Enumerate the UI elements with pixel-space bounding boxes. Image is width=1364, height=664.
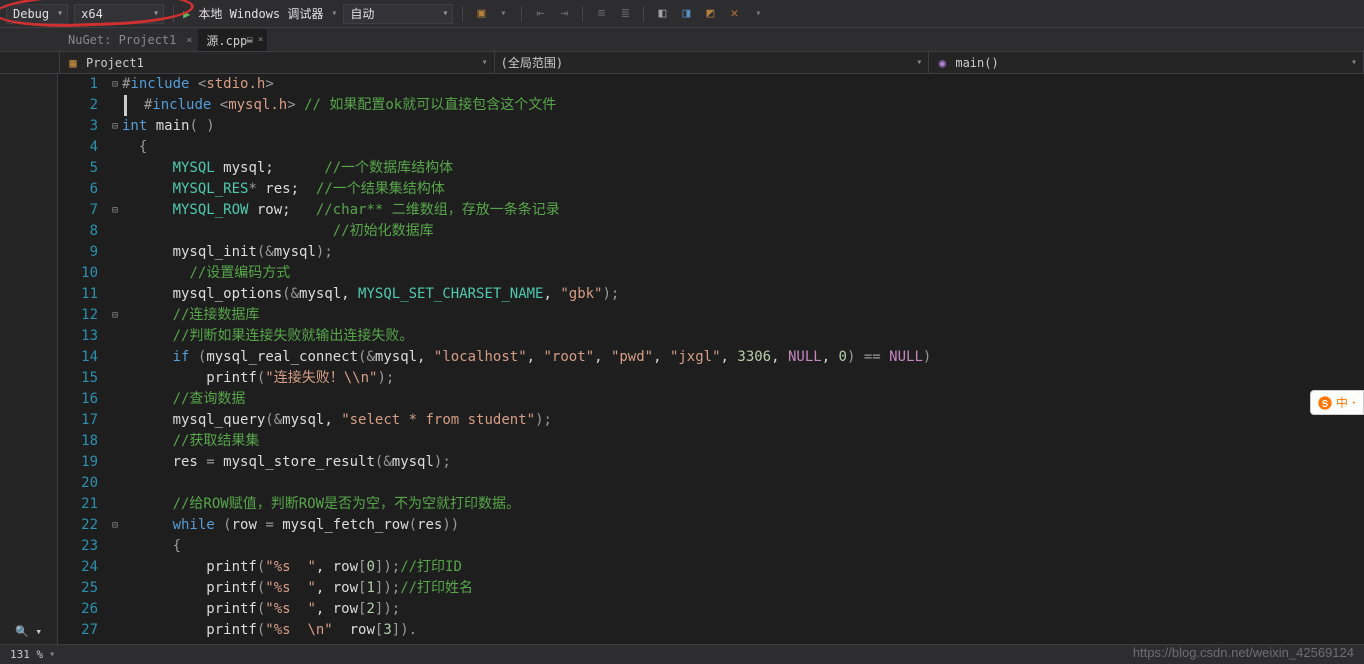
nav-label: Project1 xyxy=(86,56,144,70)
auto-dropdown[interactable]: 自动 xyxy=(343,4,453,24)
nav-spacer xyxy=(0,52,60,73)
bookmark-next-icon[interactable]: ◩ xyxy=(701,5,719,23)
separator xyxy=(173,6,174,22)
main-area: 🔍 ▾ 123456789101112131415161718192021222… xyxy=(0,74,1364,644)
fold-margin[interactable]: ⊟⊟⊟⊟⊟ xyxy=(108,74,122,644)
tab-nuget[interactable]: NuGet: Project1 × xyxy=(60,29,196,51)
separator xyxy=(521,6,522,22)
platform-dropdown[interactable]: x64 xyxy=(74,4,164,24)
main-toolbar: Debug x64 ▶ 本地 Windows 调试器 ▾ 自动 ▣ ▾ ⇤ ⇥ … xyxy=(0,0,1364,28)
chevron-down-icon[interactable]: ▾ xyxy=(494,5,512,23)
tab-source[interactable]: 源.cpp ⬓ × xyxy=(198,29,267,51)
nav-bar: ▦ Project1 (全局范围) ◉ main() xyxy=(0,52,1364,74)
sogou-icon xyxy=(1317,395,1333,411)
bookmark-prev-icon[interactable]: ◨ xyxy=(677,5,695,23)
method-icon: ◉ xyxy=(935,56,949,70)
tab-label: NuGet: Project1 xyxy=(68,33,176,47)
nav-label: main() xyxy=(955,56,998,70)
search-icon[interactable]: 🔍 ▾ xyxy=(9,619,48,644)
config-dropdown[interactable]: Debug xyxy=(6,4,68,24)
separator xyxy=(643,6,644,22)
pin-icon[interactable]: ⬓ × xyxy=(247,35,263,45)
tab-label: 源.cpp xyxy=(206,32,247,49)
play-icon: ▶ xyxy=(183,7,190,21)
code-editor[interactable]: 1234567891011121314151617181920212223242… xyxy=(58,74,1364,644)
close-icon[interactable]: × xyxy=(186,35,192,46)
chevron-down-icon[interactable]: ▾ xyxy=(49,649,55,660)
stack-icon[interactable]: ▣ xyxy=(472,5,490,23)
chevron-down-icon[interactable]: ▾ xyxy=(331,8,337,19)
function-dropdown[interactable]: ◉ main() xyxy=(929,52,1364,73)
separator xyxy=(462,6,463,22)
debugger-label[interactable]: 本地 Windows 调试器 xyxy=(196,5,325,22)
code-content[interactable]: #include <stdio.h> #include <mysql.h> //… xyxy=(122,74,1364,644)
separator xyxy=(582,6,583,22)
uncomment-icon[interactable]: ≣ xyxy=(616,5,634,23)
bookmark-clear-icon[interactable]: ✕ xyxy=(725,5,743,23)
comment-icon[interactable]: ≡ xyxy=(592,5,610,23)
ime-label: 中 xyxy=(1336,394,1348,411)
ime-indicator[interactable]: 中･ xyxy=(1310,390,1364,415)
project-dropdown[interactable]: ▦ Project1 xyxy=(60,52,495,73)
watermark: https://blog.csdn.net/weixin_42569124 xyxy=(1133,645,1354,660)
indent-icon[interactable]: ⇤ xyxy=(531,5,549,23)
outdent-icon[interactable]: ⇥ xyxy=(555,5,573,23)
line-numbers: 1234567891011121314151617181920212223242… xyxy=(58,74,108,644)
zoom-level[interactable]: 131 % xyxy=(10,648,43,661)
scope-dropdown[interactable]: (全局范围) xyxy=(495,52,930,73)
project-icon: ▦ xyxy=(66,56,80,70)
chevron-down-icon[interactable]: ▾ xyxy=(749,5,767,23)
left-sidebar: 🔍 ▾ xyxy=(0,74,58,644)
document-tabs: NuGet: Project1 × 源.cpp ⬓ × xyxy=(0,28,1364,52)
bookmark-icon[interactable]: ◧ xyxy=(653,5,671,23)
nav-label: (全局范围) xyxy=(501,54,563,71)
